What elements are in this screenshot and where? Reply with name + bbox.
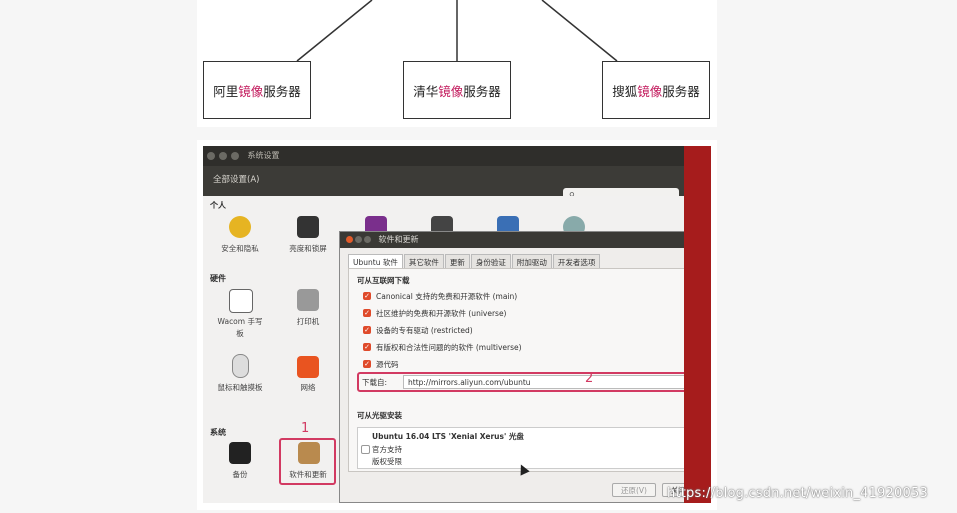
item-wacom-line2: 板 [236,329,244,338]
download-server-value: http://mirrors.aliyun.com/ubuntu [408,378,531,387]
download-server-select[interactable]: http://mirrors.aliyun.com/ubuntu ▼ [403,375,684,389]
box-text-post: 服务器 [463,83,501,99]
option-source-code-label: 源代码 [376,360,399,369]
box-text-post: 服务器 [263,83,301,99]
all-settings-button[interactable]: 全部设置(A) [213,173,259,185]
item-network[interactable]: 网络 [278,382,338,393]
ubuntu-software-panel: 可从互联网下载 ✓ Canonical 支持的免费和开源软件 (main) ✓ … [348,268,684,472]
option-restricted-label: 设备的专有驱动 (restricted) [376,326,473,335]
cdrom-heading: 可从光驱安装 [357,411,402,420]
item-backup[interactable]: 备份 [210,469,270,480]
checkbox-main[interactable]: ✓ [363,292,371,300]
revert-button[interactable]: 还原(V) [612,483,656,497]
item-security-privacy[interactable]: 安全和隐私 [210,243,270,254]
internet-heading: 可从互联网下载 [357,276,410,285]
checkbox-universe[interactable]: ✓ [363,309,371,317]
settings-toolbar: 全部设置(A) ⚲ [203,166,684,204]
cdrom-list: Ubuntu 16.04 LTS 'Xenial Xerus' 光盘 官方支持 … [357,427,684,469]
aliyun-mirror-box: 阿里 镜像 服务器 [203,61,311,119]
cdrom-title: Ubuntu 16.04 LTS 'Xenial Xerus' 光盘 [372,432,524,441]
cdrom-restricted-copyright: 版权受限 [372,457,402,466]
window-titlebar: 系统设置 [203,146,684,166]
mouse-icon[interactable] [232,354,249,378]
option-multiverse-label: 有版权和合法性问题的的软件 (multiverse) [376,343,522,352]
backup-icon[interactable] [229,442,251,464]
option-main-label: Canonical 支持的免费和开源软件 (main) [376,292,518,301]
box-text-highlight: 镜像 [238,83,264,99]
box-text-highlight: 镜像 [637,83,663,99]
item-wacom-line1: Wacom 手写 [217,317,263,326]
cdrom-official-support: 官方支持 [372,445,402,454]
item-wacom[interactable]: Wacom 手写 板 [210,316,270,340]
dialog-titlebar: 软件和更新 [340,232,684,248]
window-title: 系统设置 [247,151,280,160]
step-marker-1: 1 [301,421,310,436]
checkbox-multiverse[interactable]: ✓ [363,343,371,351]
section-personal: 个人 [210,201,226,210]
download-from-label: 下载自: [362,378,388,387]
line-left [296,0,373,62]
software-updates-highlight [279,438,336,485]
system-settings-window: 系统设置 全部设置(A) ⚲ 个人 安全和隐私 亮度和锁屏 硬件 Wacom 手… [203,146,684,503]
security-privacy-icon[interactable] [229,216,251,238]
checkbox-restricted[interactable]: ✓ [363,326,371,334]
close-window-icon[interactable] [207,151,215,160]
item-mouse-touchpad[interactable]: 鼠标和触摸板 [210,382,270,393]
line-right [541,0,618,62]
maximize-dialog-icon[interactable] [364,236,371,243]
download-from-row: 下载自: http://mirrors.aliyun.com/ubuntu ▼ [357,372,684,392]
box-text-pre: 搜狐 [612,83,638,99]
box-text-pre: 阿里 [213,83,239,99]
dialog-title: 软件和更新 [378,235,419,244]
close-dialog-icon[interactable] [346,236,353,243]
item-brightness-lock[interactable]: 亮度和锁屏 [278,243,338,254]
item-printers[interactable]: 打印机 [278,316,338,327]
tsinghua-mirror-box: 清华 镜像 服务器 [403,61,511,119]
box-text-pre: 清华 [413,83,439,99]
section-hardware: 硬件 [210,274,226,283]
printer-icon[interactable] [297,289,319,311]
wacom-tablet-icon[interactable] [229,289,253,313]
section-system: 系统 [210,428,226,437]
watermark-url: https://blog.csdn.net/weixin_41920053 [667,486,928,501]
box-text-highlight: 镜像 [438,83,464,99]
option-universe-label: 社区维护的免费和开源软件 (universe) [376,309,507,318]
step-marker-2: 2 [585,371,594,386]
sohu-mirror-box: 搜狐 镜像 服务器 [602,61,710,119]
brightness-lock-icon[interactable] [297,216,319,238]
checkbox-cdrom[interactable] [361,445,370,454]
box-text-post: 服务器 [662,83,700,99]
checkbox-source-code[interactable]: ✓ [363,360,371,368]
minimize-dialog-icon[interactable] [355,236,362,243]
minimize-window-icon[interactable] [219,151,227,160]
network-icon[interactable] [297,356,319,378]
maximize-window-icon[interactable] [231,151,239,160]
software-updates-dialog: 软件和更新 Ubuntu 软件 其它软件 更新 身份验证 附加驱动 开发者选项 … [339,231,684,503]
desktop-background [684,146,711,503]
